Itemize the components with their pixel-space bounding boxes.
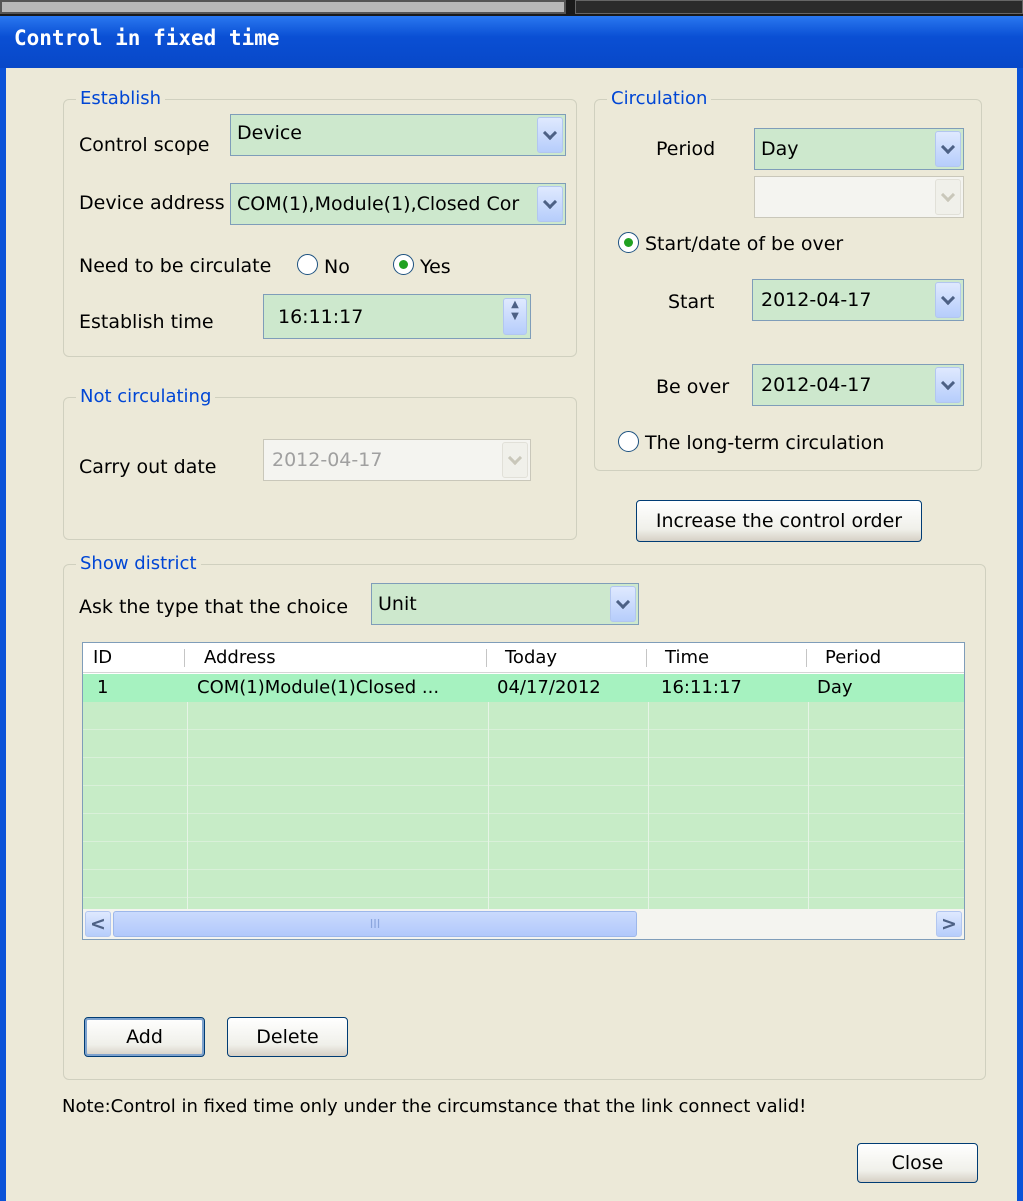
window-title: Control in fixed time: [14, 26, 280, 50]
show-district-legend: Show district: [76, 553, 201, 574]
establish-time-spinner[interactable]: 16:11:17 ▲ ▼: [263, 294, 531, 339]
column-separator[interactable]: [806, 649, 807, 667]
background-strip: [0, 0, 1023, 16]
scroll-left-icon[interactable]: <: [85, 911, 111, 937]
add-button[interactable]: Add: [84, 1017, 205, 1057]
background-window-edge: [0, 0, 566, 14]
device-address-value: COM(1),Module(1),Closed Cor: [237, 193, 520, 215]
control-scope-label: Control scope: [79, 134, 210, 156]
cell-today: 04/17/2012: [497, 677, 601, 698]
column-header-time[interactable]: Time: [655, 643, 805, 673]
chevron-down-icon[interactable]: [502, 442, 528, 478]
chevron-down-icon[interactable]: [935, 131, 961, 167]
chevron-down-icon[interactable]: [537, 186, 563, 222]
scroll-thumb[interactable]: III: [113, 911, 637, 937]
start-label: Start: [668, 291, 715, 313]
column-header-period[interactable]: Period: [815, 643, 964, 673]
be-over-date-value: 2012-04-17: [761, 374, 872, 396]
long-term-label: The long-term circulation: [645, 432, 885, 454]
scroll-thumb-grip: III: [369, 917, 381, 931]
ask-type-select[interactable]: Unit: [371, 583, 639, 625]
establish-time-value: 16:11:17: [278, 305, 364, 328]
column-header-address[interactable]: Address: [194, 643, 484, 673]
cell-period: Day: [817, 677, 853, 698]
close-button[interactable]: Close: [857, 1143, 978, 1183]
list-header: ID Address Today Time Period: [83, 643, 964, 673]
table-row[interactable]: 1 COM(1)Module(1)Closed ... 04/17/2012 1…: [83, 674, 964, 702]
device-address-select[interactable]: COM(1),Module(1),Closed Cor: [230, 183, 566, 225]
period-label: Period: [656, 138, 716, 160]
horizontal-scrollbar[interactable]: < III >: [83, 909, 964, 939]
circulation-legend: Circulation: [607, 88, 712, 109]
column-separator[interactable]: [184, 649, 185, 667]
chevron-down-icon[interactable]: [610, 586, 636, 622]
circulate-no-label: No: [324, 256, 350, 278]
long-term-radio[interactable]: [618, 431, 639, 452]
chevron-down-icon[interactable]: [537, 117, 563, 153]
establish-time-label: Establish time: [79, 311, 214, 333]
circulate-no-radio[interactable]: [297, 254, 318, 275]
period-select[interactable]: Day: [754, 128, 964, 170]
be-over-date-picker[interactable]: 2012-04-17: [752, 364, 964, 406]
start-over-radio[interactable]: [618, 232, 639, 253]
cell-id: 1: [97, 677, 109, 698]
scroll-right-icon[interactable]: >: [936, 911, 962, 937]
column-header-today[interactable]: Today: [495, 643, 645, 673]
ask-type-label: Ask the type that the choice: [79, 596, 349, 618]
establish-legend: Establish: [76, 88, 166, 109]
control-scope-value: Device: [237, 122, 302, 144]
start-date-picker[interactable]: 2012-04-17: [752, 279, 964, 321]
carry-out-date-picker[interactable]: 2012-04-17: [263, 439, 531, 481]
column-separator[interactable]: [486, 649, 487, 667]
grid-line: [648, 674, 649, 910]
not-circulating-legend: Not circulating: [76, 386, 216, 407]
carry-out-date-value: 2012-04-17: [272, 449, 383, 471]
be-over-label: Be over: [656, 376, 730, 398]
circulate-label: Need to be circulate: [79, 255, 272, 277]
increase-control-order-button[interactable]: Increase the control order: [636, 500, 922, 542]
delete-button[interactable]: Delete: [227, 1017, 348, 1057]
start-over-label: Start/date of be over: [645, 233, 844, 255]
period-detail-select[interactable]: [754, 176, 964, 218]
carry-out-date-label: Carry out date: [79, 456, 217, 478]
circulate-yes-radio[interactable]: [393, 254, 414, 275]
cell-address: COM(1)Module(1)Closed ...: [197, 677, 440, 698]
chevron-down-icon[interactable]: [935, 179, 961, 215]
list-body: [83, 674, 964, 910]
note-text: Note:Control in fixed time only under th…: [62, 1096, 807, 1117]
ask-type-value: Unit: [378, 593, 417, 615]
chevron-down-icon[interactable]: [935, 367, 961, 403]
column-header-id[interactable]: ID: [83, 643, 183, 673]
cell-time: 16:11:17: [661, 677, 742, 698]
start-date-value: 2012-04-17: [761, 289, 872, 311]
circulate-yes-label: Yes: [420, 256, 451, 278]
device-address-label: Device address: [79, 192, 225, 214]
spinner-arrows-icon[interactable]: ▲ ▼: [503, 298, 527, 335]
chevron-down-icon[interactable]: [935, 282, 961, 318]
background-window-edge-right: [575, 0, 1023, 14]
control-scope-select[interactable]: Device: [230, 114, 566, 156]
grid-line: [808, 674, 809, 910]
grid-line: [488, 674, 489, 910]
period-value: Day: [761, 138, 799, 160]
schedule-list[interactable]: ID Address Today Time Period 1 COM(1)Mod…: [82, 642, 965, 940]
grid-line: [187, 674, 188, 910]
column-separator[interactable]: [646, 649, 647, 667]
